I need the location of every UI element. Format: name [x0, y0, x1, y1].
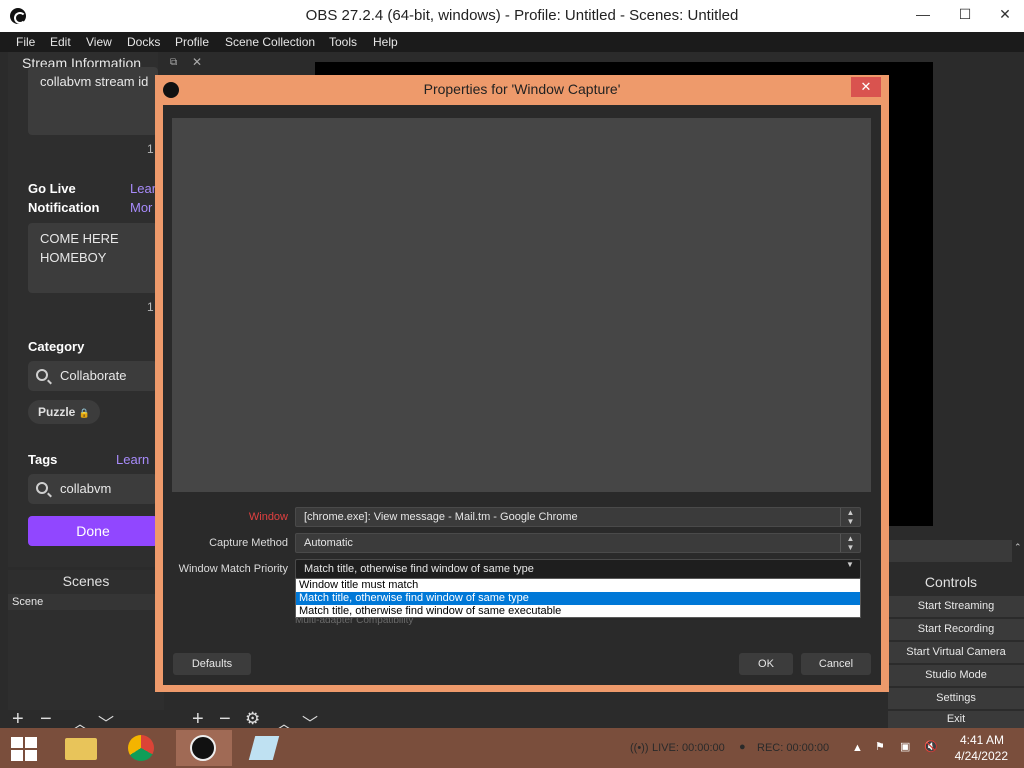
notepad-taskbar-item[interactable] — [238, 730, 294, 766]
category-search[interactable]: Collaborate — [28, 361, 158, 391]
file-explorer-taskbar-item[interactable] — [53, 730, 109, 766]
tags-learn-link[interactable]: Learn — [116, 452, 149, 467]
volume-field[interactable] — [885, 540, 1012, 562]
done-button[interactable]: Done — [28, 516, 158, 546]
menu-profile[interactable]: Profile — [175, 35, 209, 49]
exit-button[interactable]: Exit — [888, 711, 1024, 728]
window-match-priority-select[interactable]: Match title, otherwise find window of sa… — [295, 559, 861, 579]
dropdown-option-selected[interactable]: Match title, otherwise find window of sa… — [296, 592, 860, 605]
obs-icon — [190, 735, 216, 761]
source-properties-gear-icon[interactable]: ⚙ — [245, 709, 260, 729]
notification-label: Notification — [28, 200, 100, 215]
dropdown-option[interactable]: Match title, otherwise find window of sa… — [296, 605, 860, 618]
dialog-close-button[interactable]: ✕ — [851, 77, 881, 97]
dropdown-option[interactable]: Window title must match — [296, 579, 860, 592]
title-bar: OBS 27.2.4 (64-bit, windows) - Profile: … — [0, 0, 1024, 32]
live-status: LIVE: 00:00:00 — [652, 742, 725, 754]
menu-docks[interactable]: Docks — [127, 35, 160, 49]
minimize-button[interactable]: — — [908, 6, 938, 22]
capture-method-select[interactable]: Automatic ▲ ▼ — [295, 533, 861, 553]
window-match-priority-label: Window Match Priority — [178, 563, 288, 575]
title-char-count: 1 — [147, 142, 154, 156]
studio-mode-button[interactable]: Studio Mode — [888, 665, 1024, 686]
start-streaming-button[interactable]: Start Streaming — [888, 596, 1024, 617]
chevron-updown-icon: ▲ ▼ — [840, 508, 860, 526]
learn-more-link[interactable]: Lear — [130, 181, 156, 196]
search-icon — [36, 482, 48, 494]
dialog-body: Window [chrome.exe]: View message - Mail… — [163, 105, 881, 685]
rec-status-icon: ● — [739, 741, 746, 753]
controls-title: Controls — [924, 574, 978, 590]
clock-date[interactable]: 4/24/2022 — [955, 749, 1008, 763]
settings-button[interactable]: Settings — [888, 688, 1024, 709]
ok-button[interactable]: OK — [739, 653, 793, 675]
capture-method-label: Capture Method — [209, 537, 288, 549]
notification-char-count: 1 — [147, 300, 154, 314]
properties-dialog: Properties for 'Window Capture' ✕ Window… — [155, 75, 889, 692]
category-label: Category — [28, 339, 85, 354]
menu-bar: File Edit View Docks Profile Scene Colle… — [0, 32, 1024, 52]
clock-time[interactable]: 4:41 AM — [960, 733, 1004, 747]
stream-information-dock: Stream Information ⧉ ✕ collabvm stream i… — [8, 52, 202, 567]
menu-tools[interactable]: Tools — [329, 35, 357, 49]
defaults-button[interactable]: Defaults — [173, 653, 251, 675]
action-center-flag-icon[interactable]: ⚑ — [875, 740, 885, 753]
cancel-button[interactable]: Cancel — [801, 653, 871, 675]
notification-input[interactable]: COME HERE HOMEBOY — [28, 223, 158, 293]
tags-search[interactable]: collabvm — [28, 474, 158, 504]
start-recording-button[interactable]: Start Recording — [888, 619, 1024, 640]
live-status-icon: ((•)) — [630, 742, 649, 754]
menu-scene-collection[interactable]: Scene Collection — [225, 35, 315, 49]
start-virtual-camera-button[interactable]: Start Virtual Camera — [888, 642, 1024, 663]
window-select[interactable]: [chrome.exe]: View message - Mail.tm - G… — [295, 507, 861, 527]
chrome-icon — [128, 735, 154, 761]
notepad-icon — [248, 736, 280, 760]
close-window-button[interactable]: ✕ — [990, 6, 1020, 23]
chrome-taskbar-item[interactable] — [114, 730, 170, 766]
window-title: OBS 27.2.4 (64-bit, windows) - Profile: … — [305, 7, 739, 24]
tags-label: Tags — [28, 452, 58, 467]
folder-icon — [65, 738, 97, 760]
capture-preview — [172, 118, 871, 492]
go-live-label: Go Live — [28, 181, 76, 196]
chevron-updown-icon: ▲ ▼ — [840, 534, 860, 552]
scene-list-item[interactable]: Scene — [8, 594, 164, 610]
close-dock-icon[interactable]: ✕ — [192, 55, 202, 69]
category-tag-chip[interactable]: Puzzle 🔒 — [28, 400, 100, 424]
scenes-title: Scenes — [62, 573, 110, 589]
learn-more-link-2[interactable]: Mor — [130, 200, 152, 215]
menu-help[interactable]: Help — [373, 35, 398, 49]
maximize-button[interactable]: ☐ — [950, 6, 980, 23]
stream-title-input[interactable]: collabvm stream id — [28, 67, 158, 135]
scenes-dock: Scenes Scene — [8, 570, 164, 710]
lock-icon: 🔒 — [78, 408, 90, 418]
menu-view[interactable]: View — [86, 35, 112, 49]
dialog-title: Properties for 'Window Capture' — [423, 81, 621, 97]
window-label: Window — [248, 511, 288, 523]
menu-file[interactable]: File — [16, 35, 35, 49]
chevron-down-icon: ▼ — [846, 560, 854, 569]
menu-edit[interactable]: Edit — [50, 35, 71, 49]
priority-dropdown-list: Window title must match Match title, oth… — [295, 578, 861, 618]
float-dock-icon[interactable]: ⧉ — [170, 57, 177, 68]
spin-arrows-icon[interactable]: ⌃ — [1014, 542, 1022, 553]
network-icon[interactable]: ▣ — [900, 740, 910, 753]
volume-muted-icon[interactable]: 🔇 — [924, 740, 938, 753]
show-hidden-icons-icon[interactable]: ▲ — [852, 742, 863, 754]
rec-status: REC: 00:00:00 — [757, 742, 830, 754]
search-icon — [36, 369, 48, 381]
obs-taskbar-item[interactable] — [176, 730, 232, 766]
windows-start-icon[interactable] — [11, 737, 37, 761]
